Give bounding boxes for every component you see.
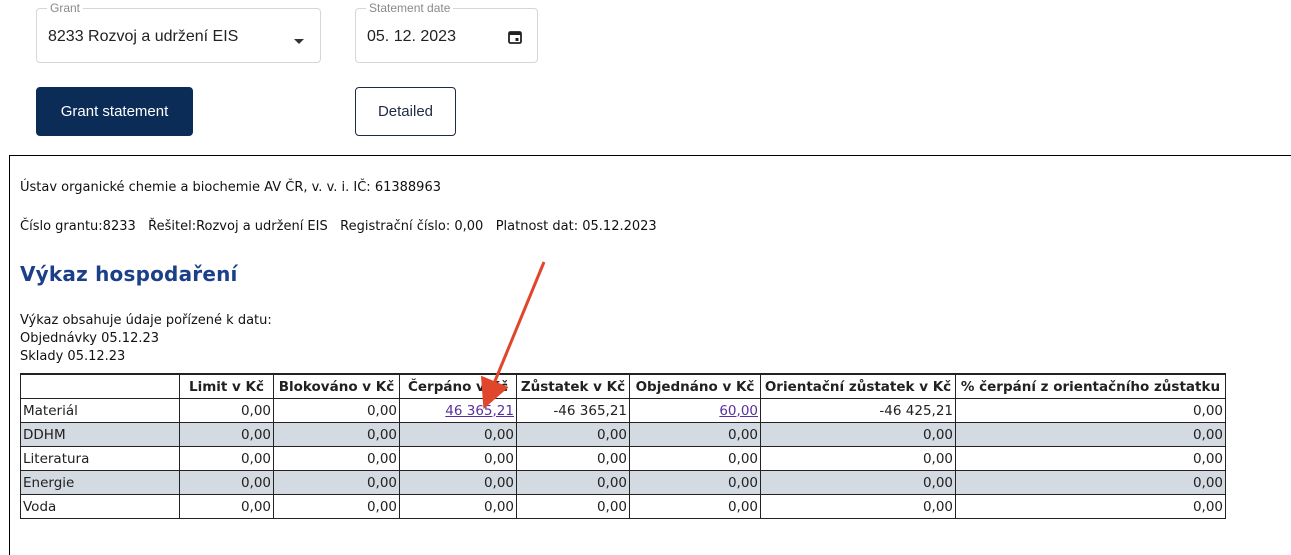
row-label: DDHM bbox=[20, 422, 180, 447]
table-row: DDHM 0,00 0,00 0,00 0,00 0,00 0,00 0,00 bbox=[20, 422, 1226, 447]
row-label: Voda bbox=[20, 494, 180, 519]
table-cell: 0,00 bbox=[955, 446, 1226, 471]
grant-select-label: Grant bbox=[47, 1, 84, 15]
objednano-cell: 60,00 bbox=[629, 398, 761, 423]
statement-date-field[interactable]: Statement date 05. 12. 2023 bbox=[355, 1, 538, 63]
table-cell: 0,00 bbox=[760, 494, 956, 519]
column-header: Zůstatek v Kč bbox=[516, 373, 630, 399]
statement-table: Limit v Kč Blokováno v Kč Čerpáno v Kč Z… bbox=[20, 373, 1226, 519]
grant-info-line: Číslo grantu:8233 Řešitel:Rozvoj a udrže… bbox=[20, 219, 657, 234]
report-panel: Ústav organické chemie a biochemie AV ČR… bbox=[9, 155, 1291, 555]
chevron-down-icon[interactable] bbox=[294, 39, 304, 44]
table-cell: 0,00 bbox=[629, 494, 761, 519]
cerpano-cell: 46 365,21 bbox=[399, 398, 517, 423]
table-cell: 0,00 bbox=[760, 446, 956, 471]
table-cell: 0,00 bbox=[179, 446, 274, 471]
table-cell: 0,00 bbox=[273, 398, 400, 423]
report-title: Výkaz hospodaření bbox=[20, 262, 238, 286]
table-cell: 0,00 bbox=[179, 422, 274, 447]
table-cell: 0,00 bbox=[273, 470, 400, 495]
cerpano-link[interactable]: 46 365,21 bbox=[445, 403, 514, 419]
table-cell: 0,00 bbox=[516, 446, 630, 471]
calendar-icon[interactable] bbox=[507, 29, 523, 45]
table-row: Literatura 0,00 0,00 0,00 0,00 0,00 0,00… bbox=[20, 446, 1226, 471]
table-cell: 0,00 bbox=[179, 494, 274, 519]
detailed-button[interactable]: Detailed bbox=[355, 87, 456, 136]
report-note-line-1: Výkaz obsahuje údaje pořízené k datu: bbox=[20, 313, 272, 328]
table-cell: 0,00 bbox=[399, 494, 517, 519]
table-cell: 0,00 bbox=[516, 494, 630, 519]
column-header: Orientační zůstatek v Kč bbox=[760, 373, 956, 399]
statement-date-value[interactable]: 05. 12. 2023 bbox=[367, 28, 456, 46]
table-cell: 0,00 bbox=[399, 422, 517, 447]
table-cell: 0,00 bbox=[955, 494, 1226, 519]
table-header-row: Limit v Kč Blokováno v Kč Čerpáno v Kč Z… bbox=[20, 373, 1226, 399]
table-cell: 0,00 bbox=[629, 470, 761, 495]
table-cell: -46 425,21 bbox=[760, 398, 956, 423]
table-cell: 0,00 bbox=[955, 398, 1226, 423]
table-cell: 0,00 bbox=[516, 470, 630, 495]
table-cell: 0,00 bbox=[399, 446, 517, 471]
grant-select[interactable]: Grant 8233 Rozvoj a udržení EIS bbox=[36, 1, 321, 63]
column-header bbox=[20, 373, 180, 399]
table-cell: 0,00 bbox=[760, 470, 956, 495]
column-header: % čerpání z orientačního zůstatku bbox=[955, 373, 1226, 399]
table-cell: 0,00 bbox=[516, 422, 630, 447]
table-cell: 0,00 bbox=[955, 470, 1226, 495]
grant-statement-button[interactable]: Grant statement bbox=[36, 87, 193, 136]
table-cell: -46 365,21 bbox=[516, 398, 630, 423]
column-header: Čerpáno v Kč bbox=[399, 373, 517, 399]
grant-select-value: 8233 Rozvoj a udržení EIS bbox=[48, 28, 239, 45]
report-note-line-2: Objednávky 05.12.23 bbox=[20, 331, 160, 346]
row-label: Energie bbox=[20, 470, 180, 495]
table-cell: 0,00 bbox=[629, 446, 761, 471]
report-note-line-3: Sklady 05.12.23 bbox=[20, 349, 126, 364]
table-cell: 0,00 bbox=[399, 470, 517, 495]
objednano-link[interactable]: 60,00 bbox=[719, 403, 758, 419]
column-header: Limit v Kč bbox=[179, 373, 274, 399]
table-row: Energie 0,00 0,00 0,00 0,00 0,00 0,00 0,… bbox=[20, 470, 1226, 495]
table-cell: 0,00 bbox=[179, 398, 274, 423]
table-cell: 0,00 bbox=[629, 422, 761, 447]
table-cell: 0,00 bbox=[273, 494, 400, 519]
table-row: Voda 0,00 0,00 0,00 0,00 0,00 0,00 0,00 bbox=[20, 494, 1226, 519]
table-cell: 0,00 bbox=[760, 422, 956, 447]
table-cell: 0,00 bbox=[955, 422, 1226, 447]
institution-line: Ústav organické chemie a biochemie AV ČR… bbox=[20, 180, 441, 195]
table-cell: 0,00 bbox=[273, 422, 400, 447]
table-cell: 0,00 bbox=[273, 446, 400, 471]
column-header: Blokováno v Kč bbox=[273, 373, 400, 399]
row-label: Materiál bbox=[20, 398, 180, 423]
table-cell: 0,00 bbox=[179, 470, 274, 495]
table-row: Materiál 0,00 0,00 46 365,21 -46 365,21 … bbox=[20, 398, 1226, 423]
row-label: Literatura bbox=[20, 446, 180, 471]
column-header: Objednáno v Kč bbox=[629, 373, 761, 399]
statement-date-label: Statement date bbox=[366, 1, 454, 15]
